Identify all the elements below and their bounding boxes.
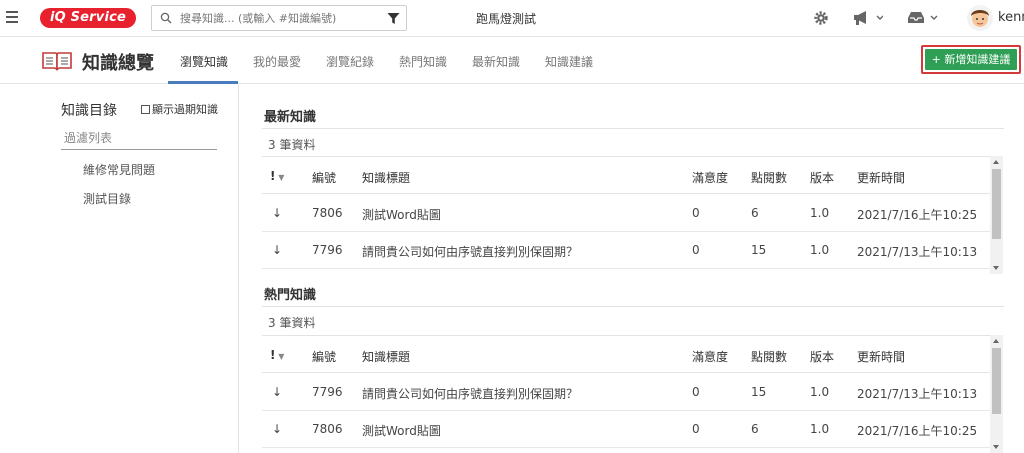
gear-icon[interactable]: [813, 9, 829, 27]
add-suggestion-button[interactable]: + 新增知識建議: [921, 45, 1021, 74]
avatar[interactable]: [967, 5, 993, 31]
cell-id: 7796: [312, 243, 343, 257]
column-id[interactable]: 編號: [312, 169, 336, 186]
tab-popular[interactable]: 熱門知識: [399, 53, 447, 70]
column-updated[interactable]: 更新時間: [857, 169, 905, 186]
tab-latest[interactable]: 最新知識: [472, 53, 520, 70]
inbox-icon[interactable]: [906, 9, 938, 27]
column-title[interactable]: 知識標題: [362, 169, 410, 186]
tab-favorites[interactable]: 我的最愛: [253, 53, 301, 70]
scroll-up-icon[interactable]: [993, 160, 999, 164]
priority-arrow-icon: ↓: [272, 385, 283, 399]
cell-views: 6: [751, 206, 759, 220]
priority-sort-header[interactable]: ! ▼: [270, 348, 284, 362]
cell-satisfaction: 0: [692, 206, 700, 220]
column-satisfaction[interactable]: 滿意度: [692, 169, 728, 186]
sidebar-item-test-catalog[interactable]: 測試目錄: [83, 190, 131, 207]
priority-arrow-icon: ↓: [272, 206, 283, 220]
scroll-down-icon[interactable]: [993, 266, 999, 270]
page-header: 知識總覽 瀏覽知識 我的最愛 瀏覽紀錄 熱門知識 最新知識 知識建議 + 新增知…: [0, 37, 1024, 84]
priority-sort-header[interactable]: ! ▼: [270, 169, 284, 183]
table-row[interactable]: ↓ 7806 測試Word貼圖 0 6 1.0 2021/7/16上午10:25: [262, 195, 990, 232]
filter-icon[interactable]: [387, 12, 400, 25]
cell-title-link[interactable]: 測試Word貼圖: [362, 422, 441, 439]
table-row[interactable]: ↓ 7796 請問貴公司如何由序號直接判別保固期？ 0 15 1.0 2021/…: [262, 232, 990, 269]
cell-id: 7806: [312, 206, 343, 220]
cell-views: 15: [751, 243, 767, 257]
scroll-up-icon[interactable]: [993, 339, 999, 343]
menu-icon[interactable]: [6, 11, 18, 23]
checkbox-box[interactable]: [141, 104, 150, 114]
cell-views: 6: [751, 422, 759, 436]
column-satisfaction[interactable]: 滿意度: [692, 348, 728, 365]
column-version[interactable]: 版本: [810, 348, 834, 365]
cell-updated: 2021/7/13上午10:13: [857, 245, 978, 259]
plus-icon: +: [931, 53, 945, 66]
sidebar-item-repair-faq[interactable]: 維修常見問題: [83, 161, 155, 178]
tab-suggestions[interactable]: 知識建議: [545, 53, 593, 70]
search-icon: [160, 12, 172, 24]
scroll-down-icon[interactable]: [993, 445, 999, 449]
divider: [262, 128, 1004, 129]
cell-version: 1.0: [810, 206, 830, 220]
marquee-text: 跑馬燈測試: [476, 12, 537, 26]
top-bar: iQ Service 跑馬燈測試 kenn: [0, 0, 1024, 37]
megaphone-icon[interactable]: [853, 9, 883, 27]
cell-updated: 2021/7/13上午10:13: [857, 387, 978, 401]
cell-version: 1.0: [810, 422, 830, 436]
section-title-popular: 熱門知識: [264, 288, 317, 303]
section-title-latest: 最新知識: [264, 110, 317, 125]
record-count: 3 筆資料: [268, 316, 316, 330]
book-icon: [42, 52, 72, 71]
filter-list-input[interactable]: [61, 126, 217, 150]
table-row[interactable]: ↓ 7806 測試Word貼圖 0 6 1.0 2021/7/16上午10:25: [262, 411, 990, 448]
column-updated[interactable]: 更新時間: [857, 348, 905, 365]
app-logo[interactable]: iQ Service: [40, 8, 136, 28]
search-input[interactable]: [180, 9, 376, 27]
cell-version: 1.0: [810, 243, 830, 257]
cell-title-link[interactable]: 測試Word貼圖: [362, 206, 441, 223]
priority-arrow-icon: ↓: [272, 422, 283, 436]
popular-table: ! ▼ 編號 知識標題 滿意度 點閱數 版本 更新時間 ↓ 7796 請問貴公司…: [262, 335, 1004, 453]
column-version[interactable]: 版本: [810, 169, 834, 186]
search-box[interactable]: [151, 5, 407, 31]
scrollbar[interactable]: [990, 156, 1003, 274]
record-count: 3 筆資料: [268, 138, 316, 152]
cell-updated: 2021/7/16上午10:25: [857, 208, 978, 222]
cell-id: 7796: [312, 385, 343, 399]
cell-version: 1.0: [810, 385, 830, 399]
sidebar: 知識目錄 顯示過期知識 維修常見問題 測試目錄: [0, 85, 239, 453]
cell-views: 15: [751, 385, 767, 399]
scrollbar[interactable]: [990, 335, 1003, 453]
cell-title-link[interactable]: 請問貴公司如何由序號直接判別保固期？: [362, 385, 578, 402]
cell-title-link[interactable]: 請問貴公司如何由序號直接判別保固期？: [362, 243, 578, 260]
cell-satisfaction: 0: [692, 385, 700, 399]
catalog-title: 知識目錄: [61, 103, 117, 119]
table-header: ! ▼ 編號 知識標題 滿意度 點閱數 版本 更新時間: [262, 156, 990, 194]
scroll-thumb[interactable]: [992, 169, 1001, 239]
page-title: 知識總覽: [82, 53, 154, 74]
column-title[interactable]: 知識標題: [362, 348, 410, 365]
scroll-thumb[interactable]: [992, 348, 1001, 414]
show-expired-checkbox[interactable]: 顯示過期知識: [141, 101, 218, 117]
latest-table: ! ▼ 編號 知識標題 滿意度 點閱數 版本 更新時間 ↓ 7806 測試Wor…: [262, 156, 1004, 274]
priority-arrow-icon: ↓: [272, 243, 283, 257]
cell-satisfaction: 0: [692, 243, 700, 257]
divider: [262, 306, 1004, 307]
cell-id: 7806: [312, 422, 343, 436]
cell-updated: 2021/7/16上午10:25: [857, 424, 978, 438]
username[interactable]: kenn: [998, 10, 1024, 25]
cell-satisfaction: 0: [692, 422, 700, 436]
tab-history[interactable]: 瀏覽紀錄: [326, 53, 374, 70]
column-views[interactable]: 點閱數: [751, 169, 787, 186]
table-row[interactable]: ↓ 7796 請問貴公司如何由序號直接判別保固期？ 0 15 1.0 2021/…: [262, 374, 990, 411]
column-id[interactable]: 編號: [312, 348, 336, 365]
column-views[interactable]: 點閱數: [751, 348, 787, 365]
active-tab-indicator: [168, 81, 238, 84]
tab-browse[interactable]: 瀏覽知識: [180, 53, 228, 70]
table-header: ! ▼ 編號 知識標題 滿意度 點閱數 版本 更新時間: [262, 335, 990, 373]
